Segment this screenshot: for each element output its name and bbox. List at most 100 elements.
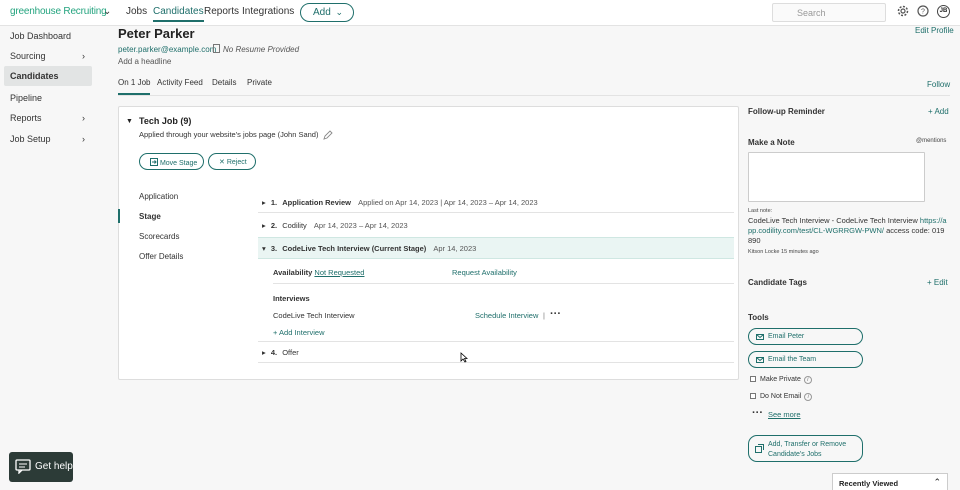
stage-row-current[interactable]: ▾ 3. CodeLive Tech Interview (Current St… <box>262 244 476 253</box>
search-placeholder: Search <box>797 8 826 18</box>
more-options-icon[interactable]: ··· <box>550 308 561 320</box>
info-icon[interactable]: i <box>804 393 813 401</box>
help-icon[interactable]: ? <box>917 5 929 19</box>
search-input[interactable]: Search <box>772 3 886 22</box>
email-peter-label: Email Peter <box>768 333 805 340</box>
sidebar-item-label: Reports <box>10 113 42 123</box>
envelope-icon <box>756 357 764 363</box>
divider <box>273 283 734 284</box>
recently-viewed-bar[interactable]: Recently Viewed ⌃ <box>832 473 948 490</box>
note-textarea[interactable] <box>748 152 925 202</box>
stage-row[interactable]: ▸ 2. Codility Apr 14, 2023 – Apr 14, 202… <box>262 221 408 230</box>
email-team-button[interactable]: Email the Team <box>748 351 863 368</box>
stage-row[interactable]: ▸ 4. Offer <box>262 348 299 357</box>
stage-name: Codility <box>282 221 307 230</box>
add-transfer-label-1: Add, Transfer or Remove <box>768 441 847 448</box>
stage-row[interactable]: ▸ 1. Application Review Applied on Apr 1… <box>262 198 538 207</box>
job-title[interactable]: Tech Job (9) <box>139 116 191 126</box>
stage-name: Offer <box>282 348 299 357</box>
edit-profile-link[interactable]: Edit Profile <box>915 26 954 35</box>
tools-heading: Tools <box>748 313 769 322</box>
sidebar-item-label: Job Setup <box>10 134 51 144</box>
nav-stage[interactable]: Stage <box>139 212 161 221</box>
nav-candidates[interactable]: Candidates <box>153 6 204 22</box>
availability-status-link[interactable]: Not Requested <box>314 268 364 277</box>
add-interview-link[interactable]: + Add Interview <box>273 328 325 337</box>
candidate-email-link[interactable]: peter.parker@example.com <box>118 45 216 54</box>
get-help-label: Get help <box>35 461 73 472</box>
chevron-right-icon: › <box>82 51 85 61</box>
sidebar-item-sourcing[interactable]: Sourcing › <box>10 51 85 61</box>
nav-offer-details[interactable]: Offer Details <box>139 252 183 261</box>
move-icon <box>150 158 158 166</box>
divider <box>258 212 734 213</box>
tab-private[interactable]: Private <box>247 78 272 87</box>
sidebar-item-job-dashboard[interactable]: Job Dashboard <box>10 31 71 41</box>
followup-add-link[interactable]: + Add <box>928 107 949 116</box>
move-stage-button[interactable]: Move Stage <box>139 153 204 170</box>
nav-jobs[interactable]: Jobs <box>126 6 147 17</box>
tab-activity-feed[interactable]: Activity Feed <box>157 78 203 87</box>
nav-integrations[interactable]: Integrations <box>242 6 294 17</box>
greenhouse-logo[interactable]: greenhouse Recruiting <box>10 6 107 17</box>
sidebar-item-candidates[interactable]: Candidates <box>4 66 92 86</box>
sidebar: Job Dashboard Sourcing › Candidates Pipel… <box>0 26 100 490</box>
chevron-down-icon: ⌄ <box>335 7 343 17</box>
pencil-icon[interactable] <box>323 130 333 142</box>
sidebar-item-label: Job Dashboard <box>10 31 72 41</box>
see-more-link[interactable]: See more <box>768 410 801 419</box>
active-nav-indicator <box>118 209 120 223</box>
chat-icon <box>15 459 31 474</box>
stage-number: 3. <box>270 244 278 253</box>
sidebar-item-pipeline[interactable]: Pipeline <box>10 93 42 103</box>
email-peter-button[interactable]: Email Peter <box>748 328 863 345</box>
sidebar-item-job-setup[interactable]: Job Setup › <box>10 134 85 144</box>
document-icon <box>213 44 220 53</box>
triangle-down-icon: ▾ <box>262 244 266 253</box>
note-meta: Kitson Locke 15 minutes ago <box>748 249 819 255</box>
checkbox[interactable] <box>750 376 756 382</box>
collapse-triangle-icon[interactable]: ▼ <box>126 118 133 125</box>
add-headline-link[interactable]: Add a headline <box>118 57 171 66</box>
avatar[interactable]: JB <box>937 5 950 18</box>
tab-divider <box>118 95 950 96</box>
sidebar-item-label: Pipeline <box>10 93 43 103</box>
interviews-label: Interviews <box>273 294 310 303</box>
get-help-button[interactable]: Get help <box>9 452 73 482</box>
stage-dates: Apr 14, 2023 – Apr 14, 2023 <box>313 221 408 230</box>
applied-source: Applied through your website's jobs page… <box>139 130 319 139</box>
do-not-email-checkbox[interactable]: Do Not Email i <box>750 393 813 401</box>
divider <box>258 341 734 342</box>
gear-icon[interactable] <box>897 5 909 19</box>
reject-button[interactable]: ✕ Reject <box>208 153 256 170</box>
add-transfer-remove-button[interactable]: Add, Transfer or Remove Candidate's Jobs <box>748 435 863 462</box>
move-stage-label: Move Stage <box>159 160 198 167</box>
availability-label: Availability <box>273 268 313 277</box>
triangle-right-icon: ▸ <box>262 348 266 357</box>
nav-reports[interactable]: Reports <box>204 6 239 17</box>
last-note-url-part-1[interactable]: https://a <box>920 216 947 225</box>
tab-details[interactable]: Details <box>212 78 236 87</box>
nav-scorecards[interactable]: Scorecards <box>139 232 179 241</box>
sidebar-item-reports[interactable]: Reports › <box>10 113 85 123</box>
last-note-url-part-2[interactable]: pp.codility.com/test/CL-WGRRGW-PWN/ <box>748 226 884 235</box>
checkbox[interactable] <box>750 393 756 399</box>
sidebar-item-label: Sourcing <box>10 51 46 61</box>
add-button[interactable]: Add ⌄ <box>300 3 354 22</box>
make-private-label: Make Private <box>760 376 801 383</box>
followup-reminder-heading: Follow-up Reminder <box>748 107 825 116</box>
stage-number: 4. <box>270 348 278 357</box>
tab-on-1-job[interactable]: On 1 Job <box>118 78 151 95</box>
make-private-checkbox[interactable]: Make Private i <box>750 376 812 384</box>
nav-application[interactable]: Application <box>139 192 178 201</box>
chevron-down-icon[interactable]: ⌄ <box>103 6 111 17</box>
request-availability-link[interactable]: Request Availability <box>452 268 517 277</box>
sidebar-item-label: Candidates <box>10 71 59 81</box>
info-icon[interactable]: i <box>803 376 812 384</box>
stage-dates: Applied on Apr 14, 2023 | Apr 14, 2023 –… <box>358 198 538 207</box>
email-team-label: Email the Team <box>768 356 817 363</box>
do-not-email-label: Do Not Email <box>760 393 802 400</box>
follow-link[interactable]: Follow <box>927 80 950 89</box>
schedule-interview-link[interactable]: Schedule Interview <box>475 311 538 320</box>
tags-edit-link[interactable]: + Edit <box>927 278 948 287</box>
